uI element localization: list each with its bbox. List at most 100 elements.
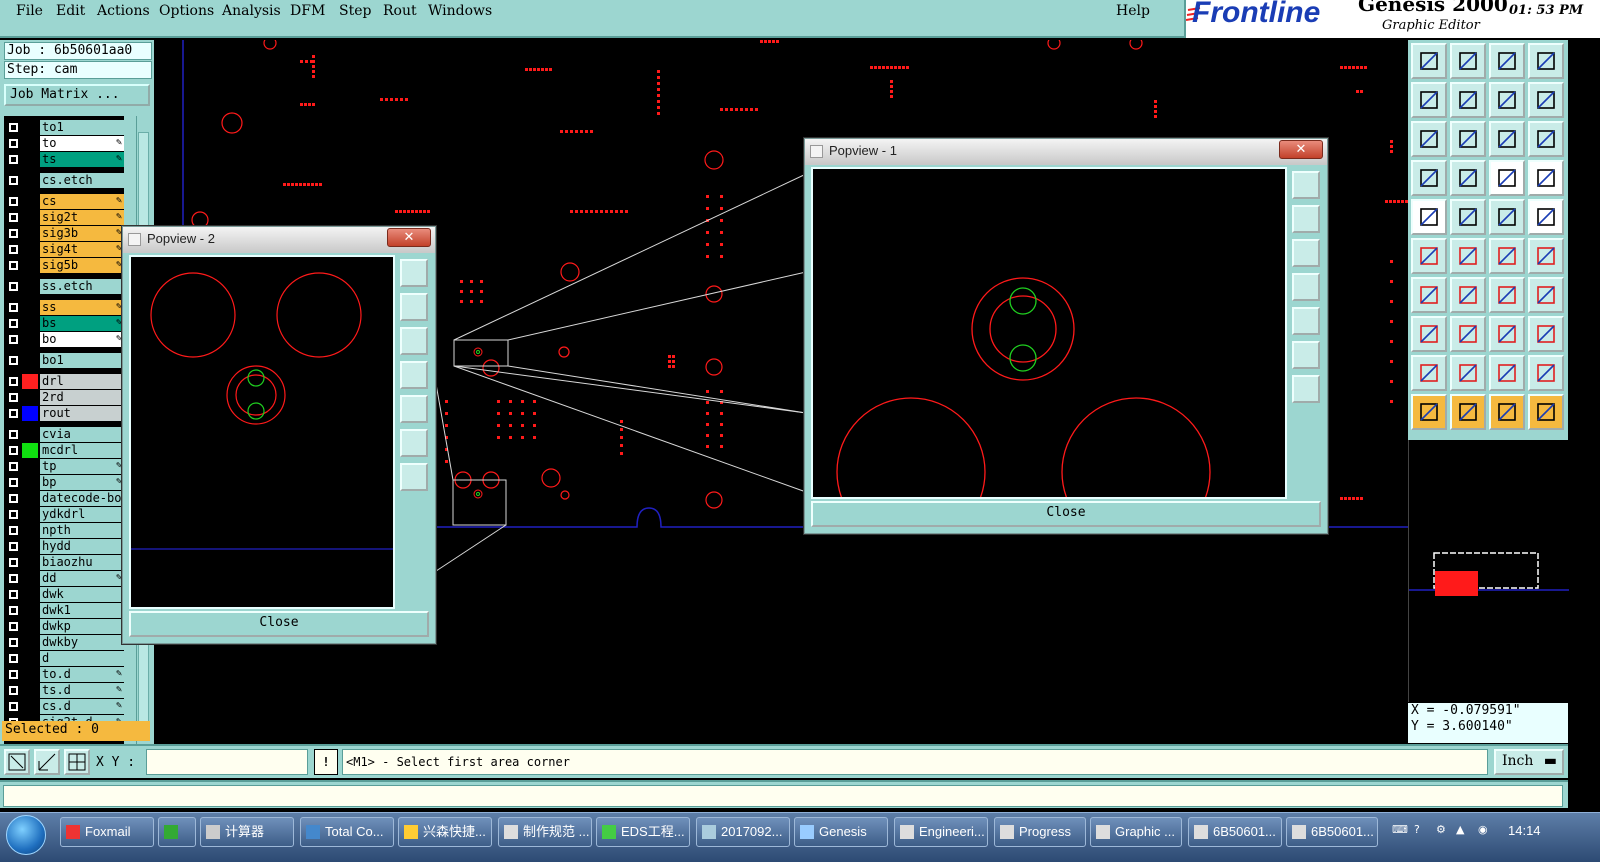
layer-row[interactable]: datecode-bo	[4, 491, 124, 506]
taskbar-progress[interactable]: Progress	[994, 817, 1086, 847]
layer-name[interactable]: npth	[40, 523, 124, 538]
popview-pan-right-button[interactable]	[1292, 307, 1320, 335]
layer-color-swatch[interactable]	[22, 587, 38, 602]
layer-color-swatch[interactable]	[22, 374, 38, 389]
menu-actions[interactable]: Actions	[97, 3, 150, 19]
layer-checkbox[interactable]	[8, 392, 19, 403]
layer-row[interactable]: bp ✎	[4, 475, 124, 490]
help-icon[interactable]: ?	[1414, 823, 1428, 837]
layer-name[interactable]: bo ✎	[40, 332, 124, 347]
menu-dfm[interactable]: DFM	[290, 3, 325, 19]
layer-checkbox[interactable]	[8, 429, 19, 440]
layer-color-swatch[interactable]	[22, 427, 38, 442]
layer-row[interactable]: ss.etch	[4, 279, 124, 294]
script-button[interactable]	[1528, 82, 1564, 118]
layer-row[interactable]: npth	[4, 523, 124, 538]
layer-checkbox[interactable]	[8, 573, 19, 584]
rotate-tool-button[interactable]	[1489, 277, 1525, 313]
xy-input[interactable]	[146, 749, 308, 775]
popview-zoom-in-button[interactable]	[1292, 341, 1320, 369]
layer-color-swatch[interactable]	[22, 390, 38, 405]
layer-color-swatch[interactable]	[22, 120, 38, 135]
line-tool-button[interactable]	[1450, 199, 1486, 235]
menu-help[interactable]: Help	[1116, 3, 1150, 19]
layer-checkbox[interactable]	[8, 228, 19, 239]
taskbar-job-2[interactable]: 6B50601...	[1286, 817, 1378, 847]
layer-checkbox[interactable]	[8, 541, 19, 552]
select-area-button[interactable]	[1489, 394, 1525, 430]
layer-color-swatch[interactable]	[22, 667, 38, 682]
tray-expand-icon[interactable]: ▲	[1456, 823, 1470, 837]
layer-row[interactable]: dwk1	[4, 603, 124, 618]
layer-color-swatch[interactable]	[22, 603, 38, 618]
layer-checkbox[interactable]	[8, 653, 19, 664]
pad-tool-button[interactable]	[1411, 199, 1447, 235]
layer-row[interactable]: cs ✎	[4, 194, 124, 209]
layer-name[interactable]: tp ✎	[40, 459, 124, 474]
layer-color-swatch[interactable]	[22, 353, 38, 368]
layer-name[interactable]: ss ✎	[40, 300, 124, 315]
start-button[interactable]	[6, 815, 46, 855]
layer-color-swatch[interactable]	[22, 539, 38, 554]
popview-1-close-x-button[interactable]: ✕	[1279, 140, 1323, 159]
layer-row[interactable]: rout	[4, 406, 124, 421]
triangle-d-button[interactable]	[1528, 355, 1564, 391]
layer-color-swatch[interactable]	[22, 300, 38, 315]
layer-color-swatch[interactable]	[22, 443, 38, 458]
layer-row[interactable]: cs.etch	[4, 173, 124, 188]
layer-name[interactable]: hydd	[40, 539, 124, 554]
layer-name[interactable]: bo1	[40, 353, 124, 368]
settings-icon[interactable]: ⚙	[1436, 823, 1450, 837]
layer-checkbox[interactable]	[8, 355, 19, 366]
layer-row[interactable]: dwkby	[4, 635, 124, 650]
layer-checkbox[interactable]	[8, 244, 19, 255]
layer-color-swatch[interactable]	[22, 194, 38, 209]
network-icon[interactable]: ◉	[1478, 823, 1492, 837]
popview-zoom-in-button[interactable]	[400, 429, 428, 457]
popview-pan-left-button[interactable]	[400, 361, 428, 389]
triangle-c-button[interactable]	[1489, 355, 1525, 391]
layer-color-swatch[interactable]	[22, 507, 38, 522]
popview-1-close-button[interactable]: Close	[811, 501, 1321, 527]
layer-checkbox[interactable]	[8, 318, 19, 329]
layer-row[interactable]: dwk	[4, 587, 124, 602]
dash-tool-button[interactable]	[1450, 316, 1486, 352]
popview-zoom-out-button[interactable]	[1292, 375, 1320, 403]
pan-button[interactable]	[1450, 121, 1486, 157]
layer-color-swatch[interactable]	[22, 242, 38, 257]
layer-name[interactable]: rout	[40, 406, 124, 421]
angle-tool-button[interactable]	[1411, 277, 1447, 313]
layer-checkbox[interactable]	[8, 461, 19, 472]
layer-name[interactable]: sig2t ✎	[40, 210, 124, 225]
menu-rout[interactable]: Rout	[383, 3, 417, 19]
taskbar-job-1[interactable]: 6B50601...	[1188, 817, 1282, 847]
taskbar-doc-2017[interactable]: 2017092...	[696, 817, 790, 847]
layer-color-swatch[interactable]	[22, 279, 38, 294]
layer-name[interactable]: ss.etch	[40, 279, 124, 294]
layer-name[interactable]: cvia	[40, 427, 124, 442]
popview-pan-up-button[interactable]	[400, 293, 428, 321]
layer-color-swatch[interactable]	[22, 555, 38, 570]
menu-step[interactable]: Step	[339, 3, 371, 19]
netlist-2-button[interactable]	[1528, 160, 1564, 196]
menu-options[interactable]: Options	[159, 3, 214, 19]
layer-row[interactable]: cs.d ✎	[4, 699, 124, 714]
layer-name[interactable]: ts.d ✎	[40, 683, 124, 698]
layer-color-swatch[interactable]	[22, 316, 38, 331]
layer-row[interactable]: 2rd	[4, 390, 124, 405]
menu-edit[interactable]: Edit	[56, 3, 85, 19]
units-selector[interactable]: Inch ▬	[1494, 749, 1564, 775]
layer-name[interactable]: cs.etch	[40, 173, 124, 188]
scale-1-2-button[interactable]	[1489, 121, 1525, 157]
layer-color-swatch[interactable]	[22, 136, 38, 151]
layer-checkbox[interactable]	[8, 212, 19, 223]
layer-checkbox[interactable]	[8, 669, 19, 680]
triangle-b-button[interactable]	[1450, 355, 1486, 391]
popview-pan-up-button[interactable]	[1292, 205, 1320, 233]
menu-windows[interactable]: Windows	[428, 3, 492, 19]
layer-checkbox[interactable]	[8, 621, 19, 632]
connect-tool-button[interactable]	[1411, 238, 1447, 274]
popview-pan-right-button[interactable]	[400, 395, 428, 423]
popview-2-window[interactable]: Popview - 2 ✕ Close	[122, 226, 436, 644]
taskbar-calculator[interactable]: 计算器	[200, 817, 294, 847]
